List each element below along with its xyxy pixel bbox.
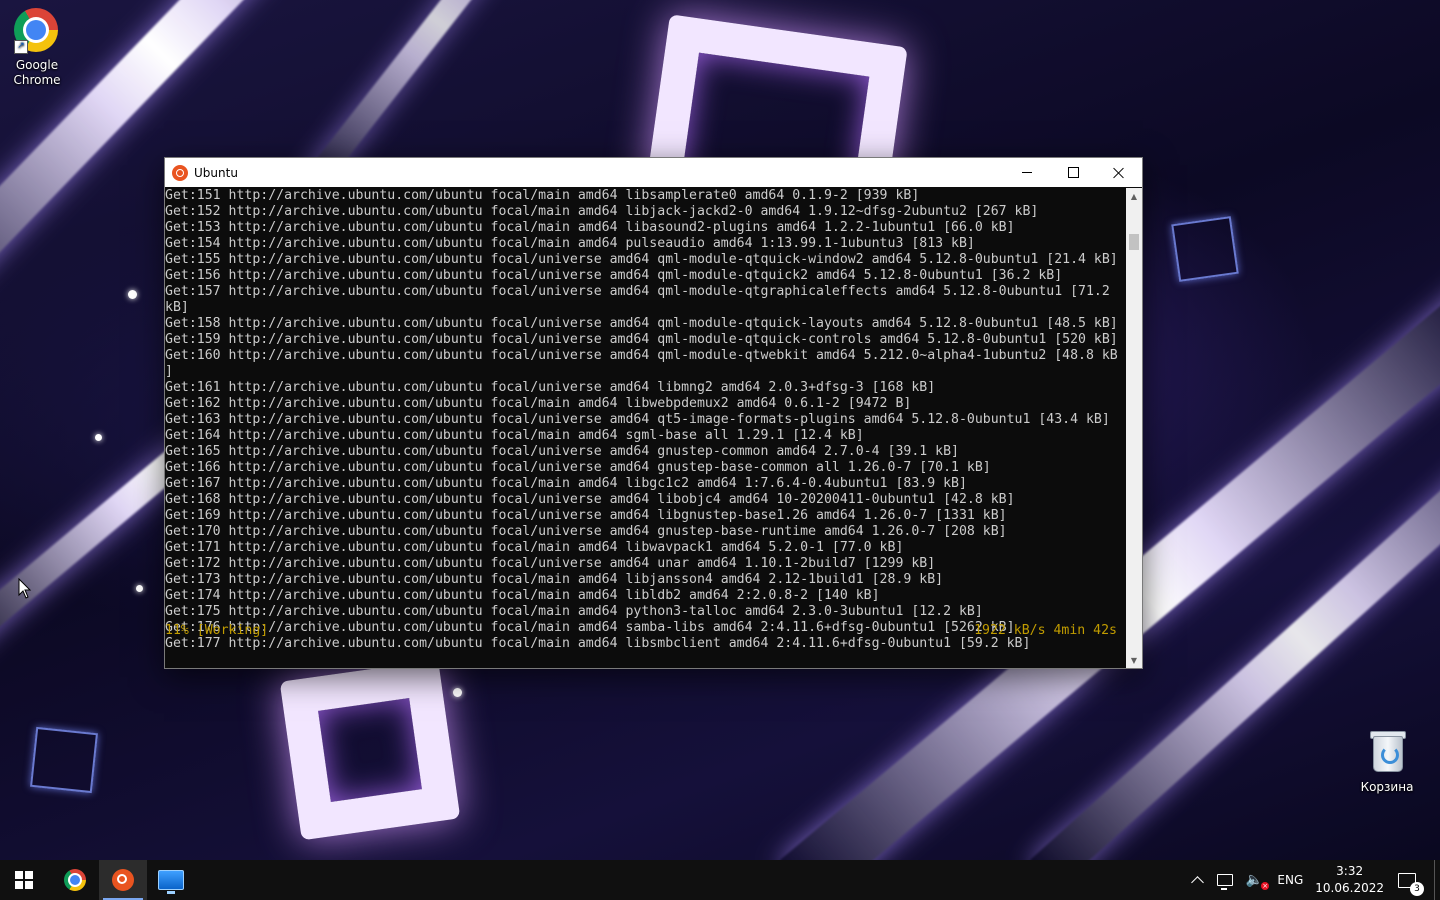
window-title: Ubuntu [194, 165, 238, 180]
apt-progress-status: 11% [Working] 1922 kB/s 4min 42s [165, 623, 1125, 639]
minimize-icon [1022, 172, 1032, 173]
terminal-line: Get:160 http://archive.ubuntu.com/ubuntu… [165, 348, 1118, 363]
language-indicator[interactable]: ENG [1269, 860, 1311, 900]
terminal-line: Get:161 http://archive.ubuntu.com/ubuntu… [165, 380, 936, 395]
terminal-line: Get:175 http://archive.ubuntu.com/ubuntu… [165, 604, 983, 619]
terminal-line: Get:155 http://archive.ubuntu.com/ubuntu… [165, 252, 1118, 267]
terminal-line: kB] [165, 300, 189, 315]
network-icon [1217, 874, 1234, 890]
start-button[interactable] [0, 860, 48, 900]
terminal-line: ] [165, 364, 173, 379]
remote-desktop-icon [158, 870, 184, 894]
show-hidden-icons-button[interactable] [1183, 860, 1211, 900]
speaker-muted-icon: 🔈 × [1245, 872, 1270, 890]
terminal-line: Get:163 http://archive.ubuntu.com/ubuntu… [165, 412, 1110, 427]
clock-date: 10.06.2022 [1315, 881, 1384, 895]
ubuntu-terminal-window[interactable]: Ubuntu Get:151 http://archive.ubuntu.com… [164, 157, 1143, 669]
minimize-button[interactable] [1004, 158, 1050, 187]
terminal-line: Get:159 http://archive.ubuntu.com/ubuntu… [165, 332, 1118, 347]
window-titlebar[interactable]: Ubuntu [165, 158, 1142, 187]
notification-center-button[interactable]: 3 [1388, 860, 1426, 900]
terminal-line: Get:167 http://archive.ubuntu.com/ubuntu… [165, 476, 967, 491]
terminal-line: Get:171 http://archive.ubuntu.com/ubuntu… [165, 540, 904, 555]
terminal-output[interactable]: Get:151 http://archive.ubuntu.com/ubuntu… [165, 188, 1125, 668]
terminal-line: Get:165 http://archive.ubuntu.com/ubuntu… [165, 444, 959, 459]
terminal-line: Get:157 http://archive.ubuntu.com/ubuntu… [165, 284, 1110, 299]
terminal-line: Get:172 http://archive.ubuntu.com/ubuntu… [165, 556, 936, 571]
terminal-line: Get:162 http://archive.ubuntu.com/ubuntu… [165, 396, 912, 411]
terminal-lines: Get:151 http://archive.ubuntu.com/ubuntu… [165, 188, 1125, 652]
system-tray: 🔈 × ENG 3:32 10.06.2022 3 [1183, 860, 1440, 900]
maximize-icon [1067, 167, 1079, 178]
shortcut-arrow-icon: ↗ [14, 40, 28, 54]
terminal-line: Get:156 http://archive.ubuntu.com/ubuntu… [165, 268, 1063, 283]
terminal-line: Get:174 http://archive.ubuntu.com/ubuntu… [165, 588, 880, 603]
mouse-cursor-icon [18, 578, 32, 599]
terminal-line: Get:168 http://archive.ubuntu.com/ubuntu… [165, 492, 1015, 507]
chevron-up-icon [1191, 875, 1204, 889]
terminal-line: Get:164 http://archive.ubuntu.com/ubuntu… [165, 428, 864, 443]
scroll-up-arrow-icon[interactable]: ▲ [1126, 188, 1142, 204]
taskbar-chrome-button[interactable] [51, 860, 99, 900]
maximize-button[interactable] [1050, 158, 1096, 187]
terminal-line: Get:154 http://archive.ubuntu.com/ubuntu… [165, 236, 975, 251]
notification-icon: 3 [1398, 872, 1424, 896]
ubuntu-icon [112, 869, 134, 891]
desktop-icon-label: Корзина [1360, 780, 1414, 794]
clock[interactable]: 3:32 10.06.2022 [1311, 860, 1388, 900]
terminal-line: Get:152 http://archive.ubuntu.com/ubuntu… [165, 204, 1039, 219]
clock-time: 3:32 [1336, 864, 1364, 878]
terminal-line: Get:158 http://archive.ubuntu.com/ubuntu… [165, 316, 1118, 331]
desktop-icon-recycle-bin[interactable]: Корзина [1349, 728, 1425, 795]
scroll-down-arrow-icon[interactable]: ▼ [1126, 652, 1142, 668]
close-button[interactable] [1096, 158, 1142, 187]
terminal-scrollbar[interactable]: ▲ ▼ [1126, 188, 1142, 668]
terminal-line: Get:151 http://archive.ubuntu.com/ubuntu… [165, 188, 920, 203]
terminal-line: Get:169 http://archive.ubuntu.com/ubuntu… [165, 508, 1007, 523]
recycle-bin-icon [1367, 728, 1407, 772]
desktop-icon-chrome[interactable]: ↗ Google Chrome [0, 8, 75, 88]
progress-percent: 11% [Working] [165, 623, 269, 638]
notification-count-badge: 3 [1410, 881, 1424, 896]
terminal-line: Get:166 http://archive.ubuntu.com/ubuntu… [165, 460, 991, 475]
windows-start-icon [15, 871, 33, 889]
chrome-icon: ↗ [14, 8, 60, 54]
volume-button[interactable]: 🔈 × [1239, 860, 1270, 900]
desktop-icon-label: Google Chrome [13, 58, 61, 87]
download-speed: 1922 kB/s 4min 42s [974, 623, 1117, 638]
network-button[interactable] [1211, 860, 1239, 900]
terminal-line: Get:170 http://archive.ubuntu.com/ubuntu… [165, 524, 1007, 539]
scrollbar-thumb[interactable] [1129, 234, 1139, 250]
taskbar-remote-desktop-button[interactable] [147, 860, 195, 900]
ubuntu-icon [172, 164, 188, 181]
terminal-line: Get:173 http://archive.ubuntu.com/ubuntu… [165, 572, 944, 587]
taskbar: 🔈 × ENG 3:32 10.06.2022 3 [0, 860, 1440, 900]
close-icon [1113, 167, 1125, 179]
terminal-line: Get:153 http://archive.ubuntu.com/ubuntu… [165, 220, 1015, 235]
show-desktop-button[interactable] [1434, 860, 1440, 900]
taskbar-ubuntu-button[interactable] [99, 860, 147, 900]
chrome-icon [64, 869, 86, 891]
